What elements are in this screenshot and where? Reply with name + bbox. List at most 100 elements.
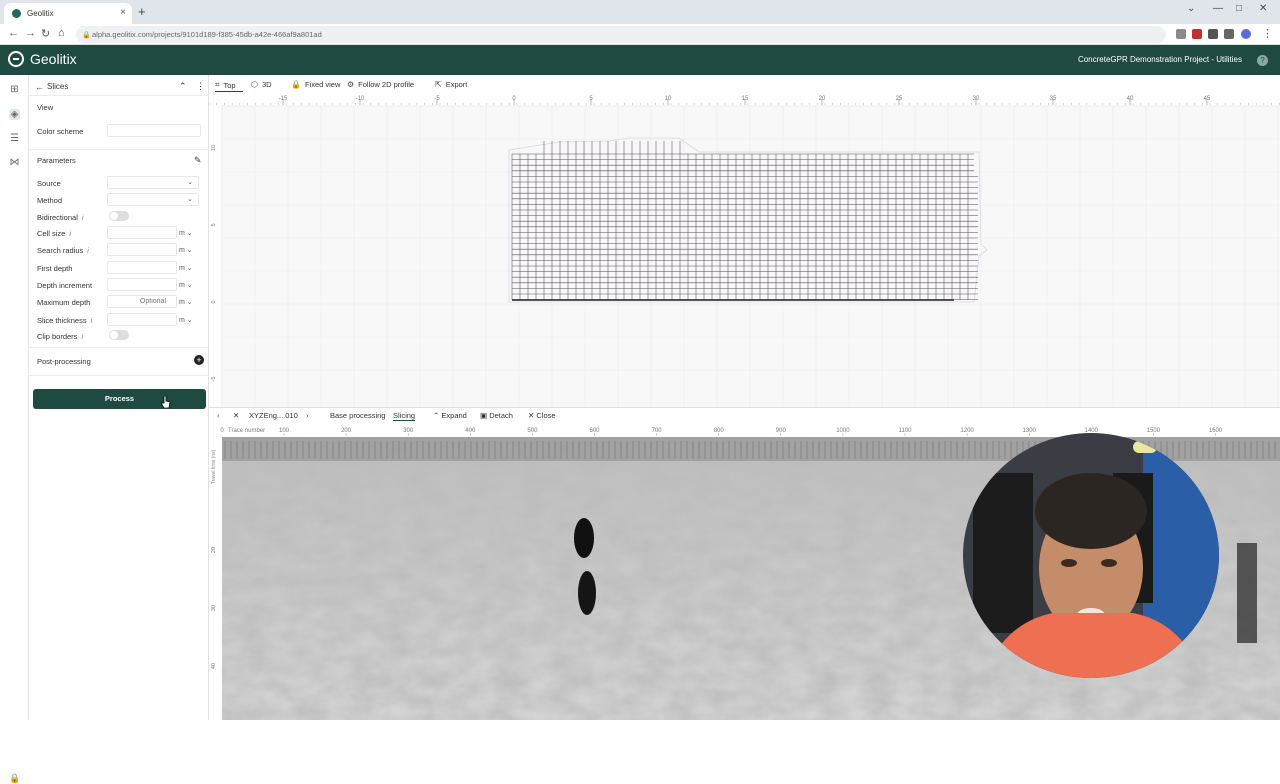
profile-tabs-bar: ‹ ✕ XYZEng....010 › Base processing Slic… [209, 407, 1280, 423]
close-icon: ✕ [528, 411, 535, 420]
maximum-depth-label: Maximum depth [37, 298, 91, 307]
clip-borders-label: Clip borders i [37, 332, 83, 341]
time-ruler-label: 20 [211, 547, 217, 553]
new-tab-icon[interactable]: + [138, 4, 146, 19]
map-canvas[interactable]: -15 -10 -5 0 5 10 15 20 25 30 35 40 451050-5 [208, 94, 1280, 407]
trace-ruler-label: 1100 [899, 428, 913, 434]
project-name[interactable]: ConcreteGPR Demonstration Project - Util… [1078, 55, 1242, 64]
fixed-view-button[interactable]: 🔒 Fixed view [291, 80, 340, 89]
cell-size-unit[interactable]: m ⌄ [179, 229, 193, 237]
trace-ruler-label: 1300 [1023, 428, 1037, 434]
depth-increment-unit[interactable]: m ⌄ [179, 281, 193, 289]
reload-icon[interactable]: ↻ [41, 27, 50, 40]
first-depth-input[interactable] [107, 261, 177, 274]
3d-view-button[interactable]: ⬡ 3D [251, 80, 272, 89]
icon-rail: ⊞ ◈ ☰ ⋈ 🔒 [0, 75, 29, 783]
process-button[interactable]: Process [33, 389, 206, 409]
divider [29, 347, 209, 348]
source-select[interactable]: ⌄ [107, 176, 199, 189]
trace-axis-label: Trace number [228, 428, 265, 434]
maximum-depth-input[interactable] [107, 295, 177, 308]
geolitix-favicon-icon [12, 9, 21, 18]
close-file-icon[interactable]: ✕ [233, 411, 239, 420]
grid-icon[interactable]: ⊞ [9, 84, 20, 95]
help-icon[interactable]: ? [1257, 55, 1268, 66]
url-field[interactable]: 🔒 alpha.geolitix.com/projects/9101d189-f… [76, 26, 1166, 43]
address-bar-row: ← → ↻ ⌂ 🔒 alpha.geolitix.com/projects/91… [0, 24, 1280, 45]
slices-back-arrow-icon[interactable]: ← [35, 82, 44, 92]
trace-ruler-label: 900 [776, 428, 787, 434]
close-tab-icon[interactable]: × [120, 7, 126, 18]
bidirectional-toggle[interactable] [109, 211, 129, 221]
next-file-icon[interactable]: › [306, 411, 309, 420]
lock-icon[interactable]: 🔒 [9, 773, 20, 784]
extension-icon[interactable] [1176, 29, 1186, 39]
profile-avatar-icon[interactable] [1241, 29, 1251, 39]
slice-thickness-input[interactable] [107, 313, 177, 326]
clip-borders-text: Clip borders [37, 332, 78, 341]
sliders-icon[interactable]: ☰ [9, 133, 20, 144]
tab-search-icon[interactable]: ⌄ [1187, 3, 1195, 14]
forward-icon[interactable]: → [25, 27, 36, 39]
unit-text: m [179, 230, 185, 237]
cursor-hand-icon [161, 396, 171, 408]
collapse-chevron-icon[interactable]: ⌃ [179, 81, 187, 92]
parameters-heading: Parameters [37, 156, 76, 165]
clip-borders-toggle[interactable] [109, 330, 129, 340]
layers-icon[interactable]: ◈ [9, 109, 20, 120]
browser-menu-icon[interactable]: ⋮ [1262, 27, 1273, 40]
browser-tab[interactable]: Geolitix × [4, 3, 132, 24]
divider [29, 375, 209, 376]
search-radius-input[interactable] [107, 243, 177, 256]
back-icon[interactable]: ← [8, 27, 19, 39]
info-icon[interactable]: i [69, 231, 71, 238]
x-ruler-label: 20 [819, 96, 826, 102]
wand-icon[interactable]: ✎ [194, 155, 202, 166]
method-select[interactable]: ⌄ [107, 193, 199, 206]
map-view[interactable]: -15 -10 -5 0 5 10 15 20 25 30 35 40 45 10 5 0 -5 [208, 94, 1280, 407]
sidepanel-icon[interactable] [1224, 29, 1234, 39]
info-icon[interactable]: i [81, 334, 83, 341]
expand-button[interactable]: ⌃ Expand [433, 411, 467, 420]
detach-button[interactable]: ▣ Detach [480, 411, 513, 420]
slice-thickness-unit[interactable]: m ⌄ [179, 316, 193, 324]
file-name[interactable]: XYZEng....010 [249, 411, 298, 420]
puzzle-icon[interactable] [1208, 29, 1218, 39]
minimize-icon[interactable]: — [1213, 3, 1223, 14]
hyperbola-anomaly[interactable] [578, 571, 596, 615]
more-vert-icon[interactable]: ⋮ [196, 81, 205, 92]
y-ruler-label: 0 [211, 300, 217, 303]
time-axis-label: Travel time (ns) [211, 449, 217, 484]
pdf-extension-icon[interactable] [1192, 29, 1202, 39]
hyperbola-anomaly[interactable] [574, 518, 594, 558]
maximum-depth-unit[interactable]: m ⌄ [179, 298, 193, 306]
trace-ruler-label: 100 [279, 428, 290, 434]
tab-base-processing[interactable]: Base processing [330, 411, 385, 420]
app-header: Geolitix ConcreteGPR Demonstration Proje… [0, 45, 1280, 75]
add-circle-icon[interactable]: + [194, 355, 204, 365]
x-ruler-label: 35 [1050, 96, 1057, 102]
color-scheme-select[interactable] [107, 124, 201, 137]
info-icon[interactable]: i [91, 318, 93, 325]
prev-file-icon[interactable]: ‹ [217, 411, 220, 420]
info-icon[interactable]: i [82, 215, 84, 222]
home-icon[interactable]: ⌂ [58, 27, 65, 39]
window-close-icon[interactable]: ✕ [1259, 3, 1267, 14]
first-depth-unit[interactable]: m ⌄ [179, 264, 193, 272]
top-label: Top [223, 80, 236, 90]
depth-increment-input[interactable] [107, 278, 177, 291]
top-view-button[interactable]: ⌗ Top [215, 80, 236, 90]
info-icon[interactable]: i [87, 248, 89, 255]
cell-size-input[interactable] [107, 226, 177, 239]
tab-slicing[interactable]: Slicing [393, 411, 416, 421]
export-button[interactable]: ⇱ Export [435, 80, 467, 89]
share-icon[interactable]: ⋈ [9, 157, 20, 168]
cell-size-text: Cell size [37, 229, 66, 238]
search-radius-unit[interactable]: m ⌄ [179, 246, 193, 254]
maximize-icon[interactable]: □ [1236, 3, 1242, 14]
close-button[interactable]: ✕ Close [528, 411, 556, 420]
app-logo[interactable]: Geolitix [8, 51, 77, 67]
follow-2d-profile-button[interactable]: ⚙ Follow 2D profile [347, 80, 414, 89]
dark-reflection [1237, 543, 1257, 643]
chevron-down-icon: ⌄ [187, 196, 193, 203]
